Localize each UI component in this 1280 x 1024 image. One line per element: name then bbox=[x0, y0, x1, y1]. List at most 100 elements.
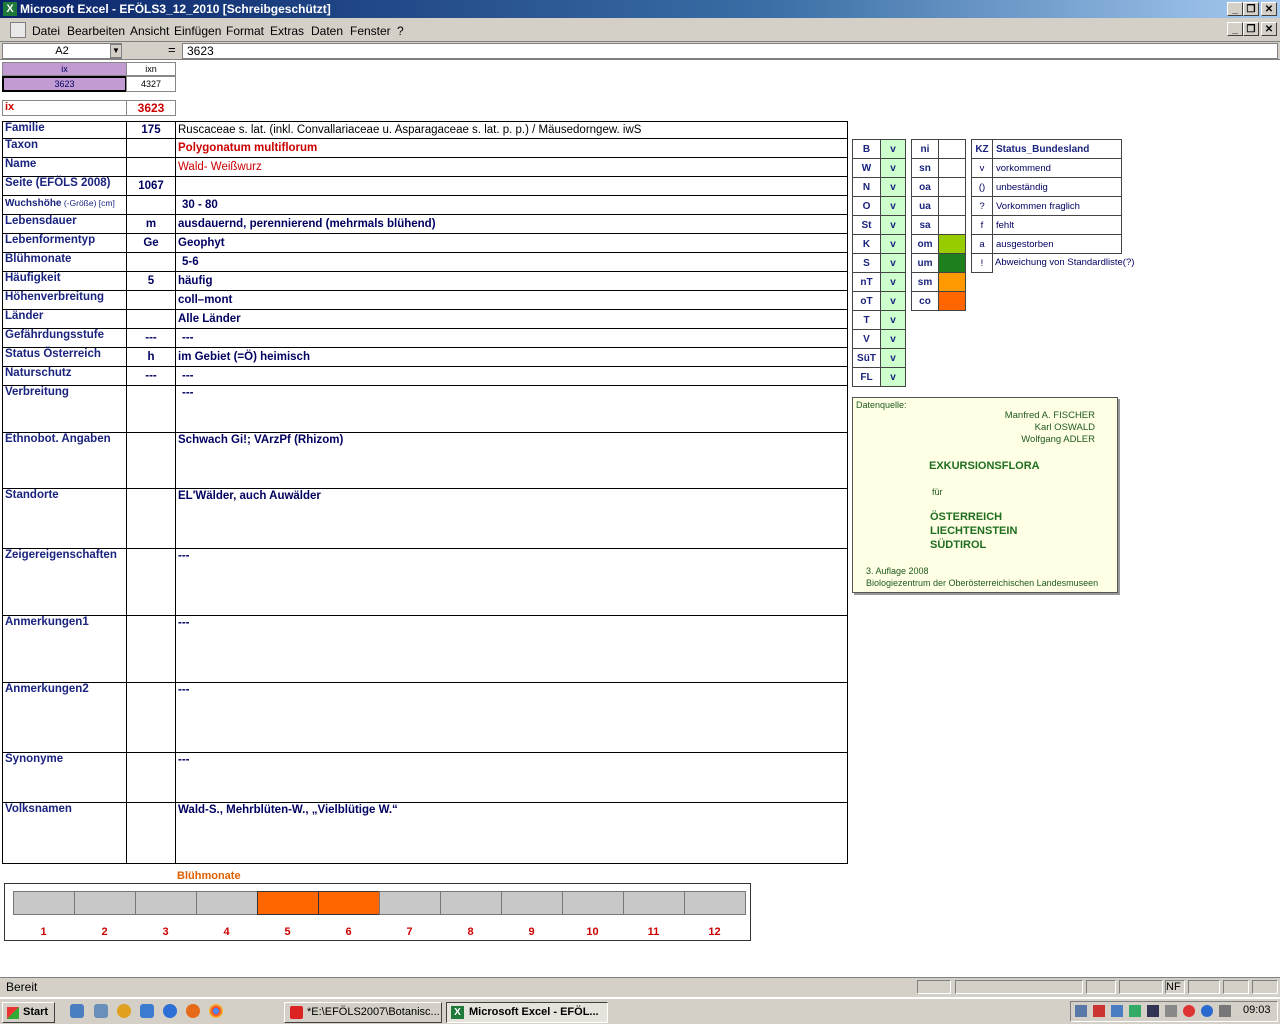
row-code[interactable]: m bbox=[126, 214, 176, 234]
state-code[interactable]: N bbox=[852, 177, 881, 197]
row-value[interactable]: Wald-S., Mehrblüten-W., „Vielblütige W.“ bbox=[175, 802, 848, 864]
menu-einfuegen[interactable]: Einfügen bbox=[174, 24, 221, 38]
state-code[interactable]: oT bbox=[852, 291, 881, 311]
row-code[interactable] bbox=[126, 195, 176, 215]
zone-code[interactable]: ni bbox=[911, 139, 939, 159]
zone-color[interactable] bbox=[938, 272, 966, 292]
tray-icon-6[interactable] bbox=[1165, 1005, 1177, 1017]
row-code[interactable]: Ge bbox=[126, 233, 176, 253]
row-code[interactable]: 175 bbox=[126, 121, 176, 139]
state-status[interactable]: v bbox=[880, 253, 906, 273]
ix-header-cell[interactable]: ix bbox=[2, 62, 127, 76]
row-label[interactable]: Blühmonate bbox=[2, 252, 127, 272]
row-label[interactable]: Volksnamen bbox=[2, 802, 127, 864]
row-label[interactable]: Höhenverbreitung bbox=[2, 290, 127, 310]
row-code[interactable]: h bbox=[126, 347, 176, 367]
task-excel[interactable]: X Microsoft Excel - EFÖL... bbox=[446, 1002, 608, 1023]
state-code[interactable]: SüT bbox=[852, 348, 881, 368]
menu-format[interactable]: Format bbox=[226, 24, 264, 38]
state-status[interactable]: v bbox=[880, 158, 906, 178]
ixn-header-cell[interactable]: ixn bbox=[126, 62, 176, 76]
row-value[interactable]: Wald- Weißwurz bbox=[175, 157, 848, 177]
quicklaunch-icon-1[interactable] bbox=[70, 1004, 84, 1018]
start-button[interactable]: Start bbox=[2, 1002, 55, 1023]
row-label[interactable]: Naturschutz bbox=[2, 366, 127, 386]
ix-big-cell[interactable]: 3623 bbox=[126, 100, 176, 116]
row-code[interactable] bbox=[126, 548, 176, 616]
menu-bearbeiten[interactable]: Bearbeiten bbox=[67, 24, 125, 38]
row-code[interactable] bbox=[126, 615, 176, 683]
shield-icon[interactable] bbox=[1147, 1005, 1159, 1017]
zone-color[interactable] bbox=[938, 234, 966, 254]
zone-code[interactable]: sm bbox=[911, 272, 939, 292]
zone-code[interactable]: sa bbox=[911, 215, 939, 235]
row-code[interactable] bbox=[126, 138, 176, 158]
zone-code[interactable]: om bbox=[911, 234, 939, 254]
row-code[interactable] bbox=[126, 309, 176, 329]
state-status[interactable]: v bbox=[880, 177, 906, 197]
row-value[interactable]: --- bbox=[175, 615, 848, 683]
doc-restore-button[interactable]: ❐ bbox=[1243, 22, 1259, 36]
row-code[interactable]: 1067 bbox=[126, 176, 176, 196]
row-code[interactable] bbox=[126, 488, 176, 549]
state-code[interactable]: FL bbox=[852, 367, 881, 387]
row-value[interactable]: coll–mont bbox=[175, 290, 848, 310]
zone-code[interactable]: oa bbox=[911, 177, 939, 197]
row-value[interactable]: --- bbox=[175, 752, 848, 803]
row-label[interactable]: Länder bbox=[2, 309, 127, 329]
state-code[interactable]: nT bbox=[852, 272, 881, 292]
row-label[interactable]: Standorte bbox=[2, 488, 127, 549]
row-value[interactable]: Geophyt bbox=[175, 233, 848, 253]
volume-icon[interactable] bbox=[1219, 1005, 1231, 1017]
zone-color[interactable] bbox=[938, 215, 966, 235]
doc-minimize-button[interactable]: _ bbox=[1227, 22, 1243, 36]
zone-color[interactable] bbox=[938, 196, 966, 216]
row-code[interactable]: --- bbox=[126, 328, 176, 348]
zone-code[interactable]: ua bbox=[911, 196, 939, 216]
row-value[interactable]: --- bbox=[175, 548, 848, 616]
row-value[interactable]: 5-6 bbox=[175, 252, 848, 272]
tray-icon-7[interactable] bbox=[1183, 1005, 1195, 1017]
row-code[interactable] bbox=[126, 802, 176, 864]
state-code[interactable]: O bbox=[852, 196, 881, 216]
menu-fenster[interactable]: Fenster bbox=[350, 24, 391, 38]
zone-code[interactable]: um bbox=[911, 253, 939, 273]
row-label[interactable]: Verbreitung bbox=[2, 385, 127, 433]
row-value[interactable]: --- bbox=[175, 366, 848, 386]
zone-code[interactable]: sn bbox=[911, 158, 939, 178]
row-value[interactable]: Alle Länder bbox=[175, 309, 848, 329]
row-value[interactable]: --- bbox=[175, 385, 848, 433]
state-code[interactable]: St bbox=[852, 215, 881, 235]
ie-icon[interactable] bbox=[163, 1004, 177, 1018]
state-code[interactable]: W bbox=[852, 158, 881, 178]
row-value[interactable] bbox=[175, 176, 848, 196]
zone-code[interactable]: co bbox=[911, 291, 939, 311]
tray-icon-2[interactable] bbox=[1093, 1005, 1105, 1017]
row-value[interactable]: --- bbox=[175, 682, 848, 753]
row-value[interactable]: Polygonatum multiflorum bbox=[175, 138, 848, 158]
state-code[interactable]: V bbox=[852, 329, 881, 349]
zone-color[interactable] bbox=[938, 253, 966, 273]
row-label[interactable]: Gefährdungsstufe bbox=[2, 328, 127, 348]
ix-value-cell[interactable]: 3623 bbox=[2, 76, 127, 92]
state-code[interactable]: B bbox=[852, 139, 881, 159]
row-label[interactable]: Anmerkungen1 bbox=[2, 615, 127, 683]
row-label[interactable]: Name bbox=[2, 157, 127, 177]
state-status[interactable]: v bbox=[880, 367, 906, 387]
state-status[interactable]: v bbox=[880, 139, 906, 159]
zone-color[interactable] bbox=[938, 177, 966, 197]
row-label[interactable]: Familie bbox=[2, 121, 127, 139]
worksheet[interactable]: ix ixn 3623 4327 ix 3623 Familie 175 Rusca… bbox=[0, 60, 1280, 976]
row-label[interactable]: Status Österreich bbox=[2, 347, 127, 367]
row-code[interactable] bbox=[126, 252, 176, 272]
formula-input[interactable]: 3623 bbox=[182, 43, 1278, 59]
row-value[interactable]: häufig bbox=[175, 271, 848, 291]
menu-extras[interactable]: Extras bbox=[270, 24, 304, 38]
name-box[interactable]: A2 bbox=[2, 43, 122, 59]
row-label[interactable]: Zeigereigenschaften bbox=[2, 548, 127, 616]
row-code[interactable] bbox=[126, 290, 176, 310]
row-label[interactable]: Taxon bbox=[2, 138, 127, 158]
state-status[interactable]: v bbox=[880, 234, 906, 254]
doc-close-button[interactable]: ✕ bbox=[1261, 22, 1277, 36]
quicklaunch-icon-2[interactable] bbox=[94, 1004, 108, 1018]
